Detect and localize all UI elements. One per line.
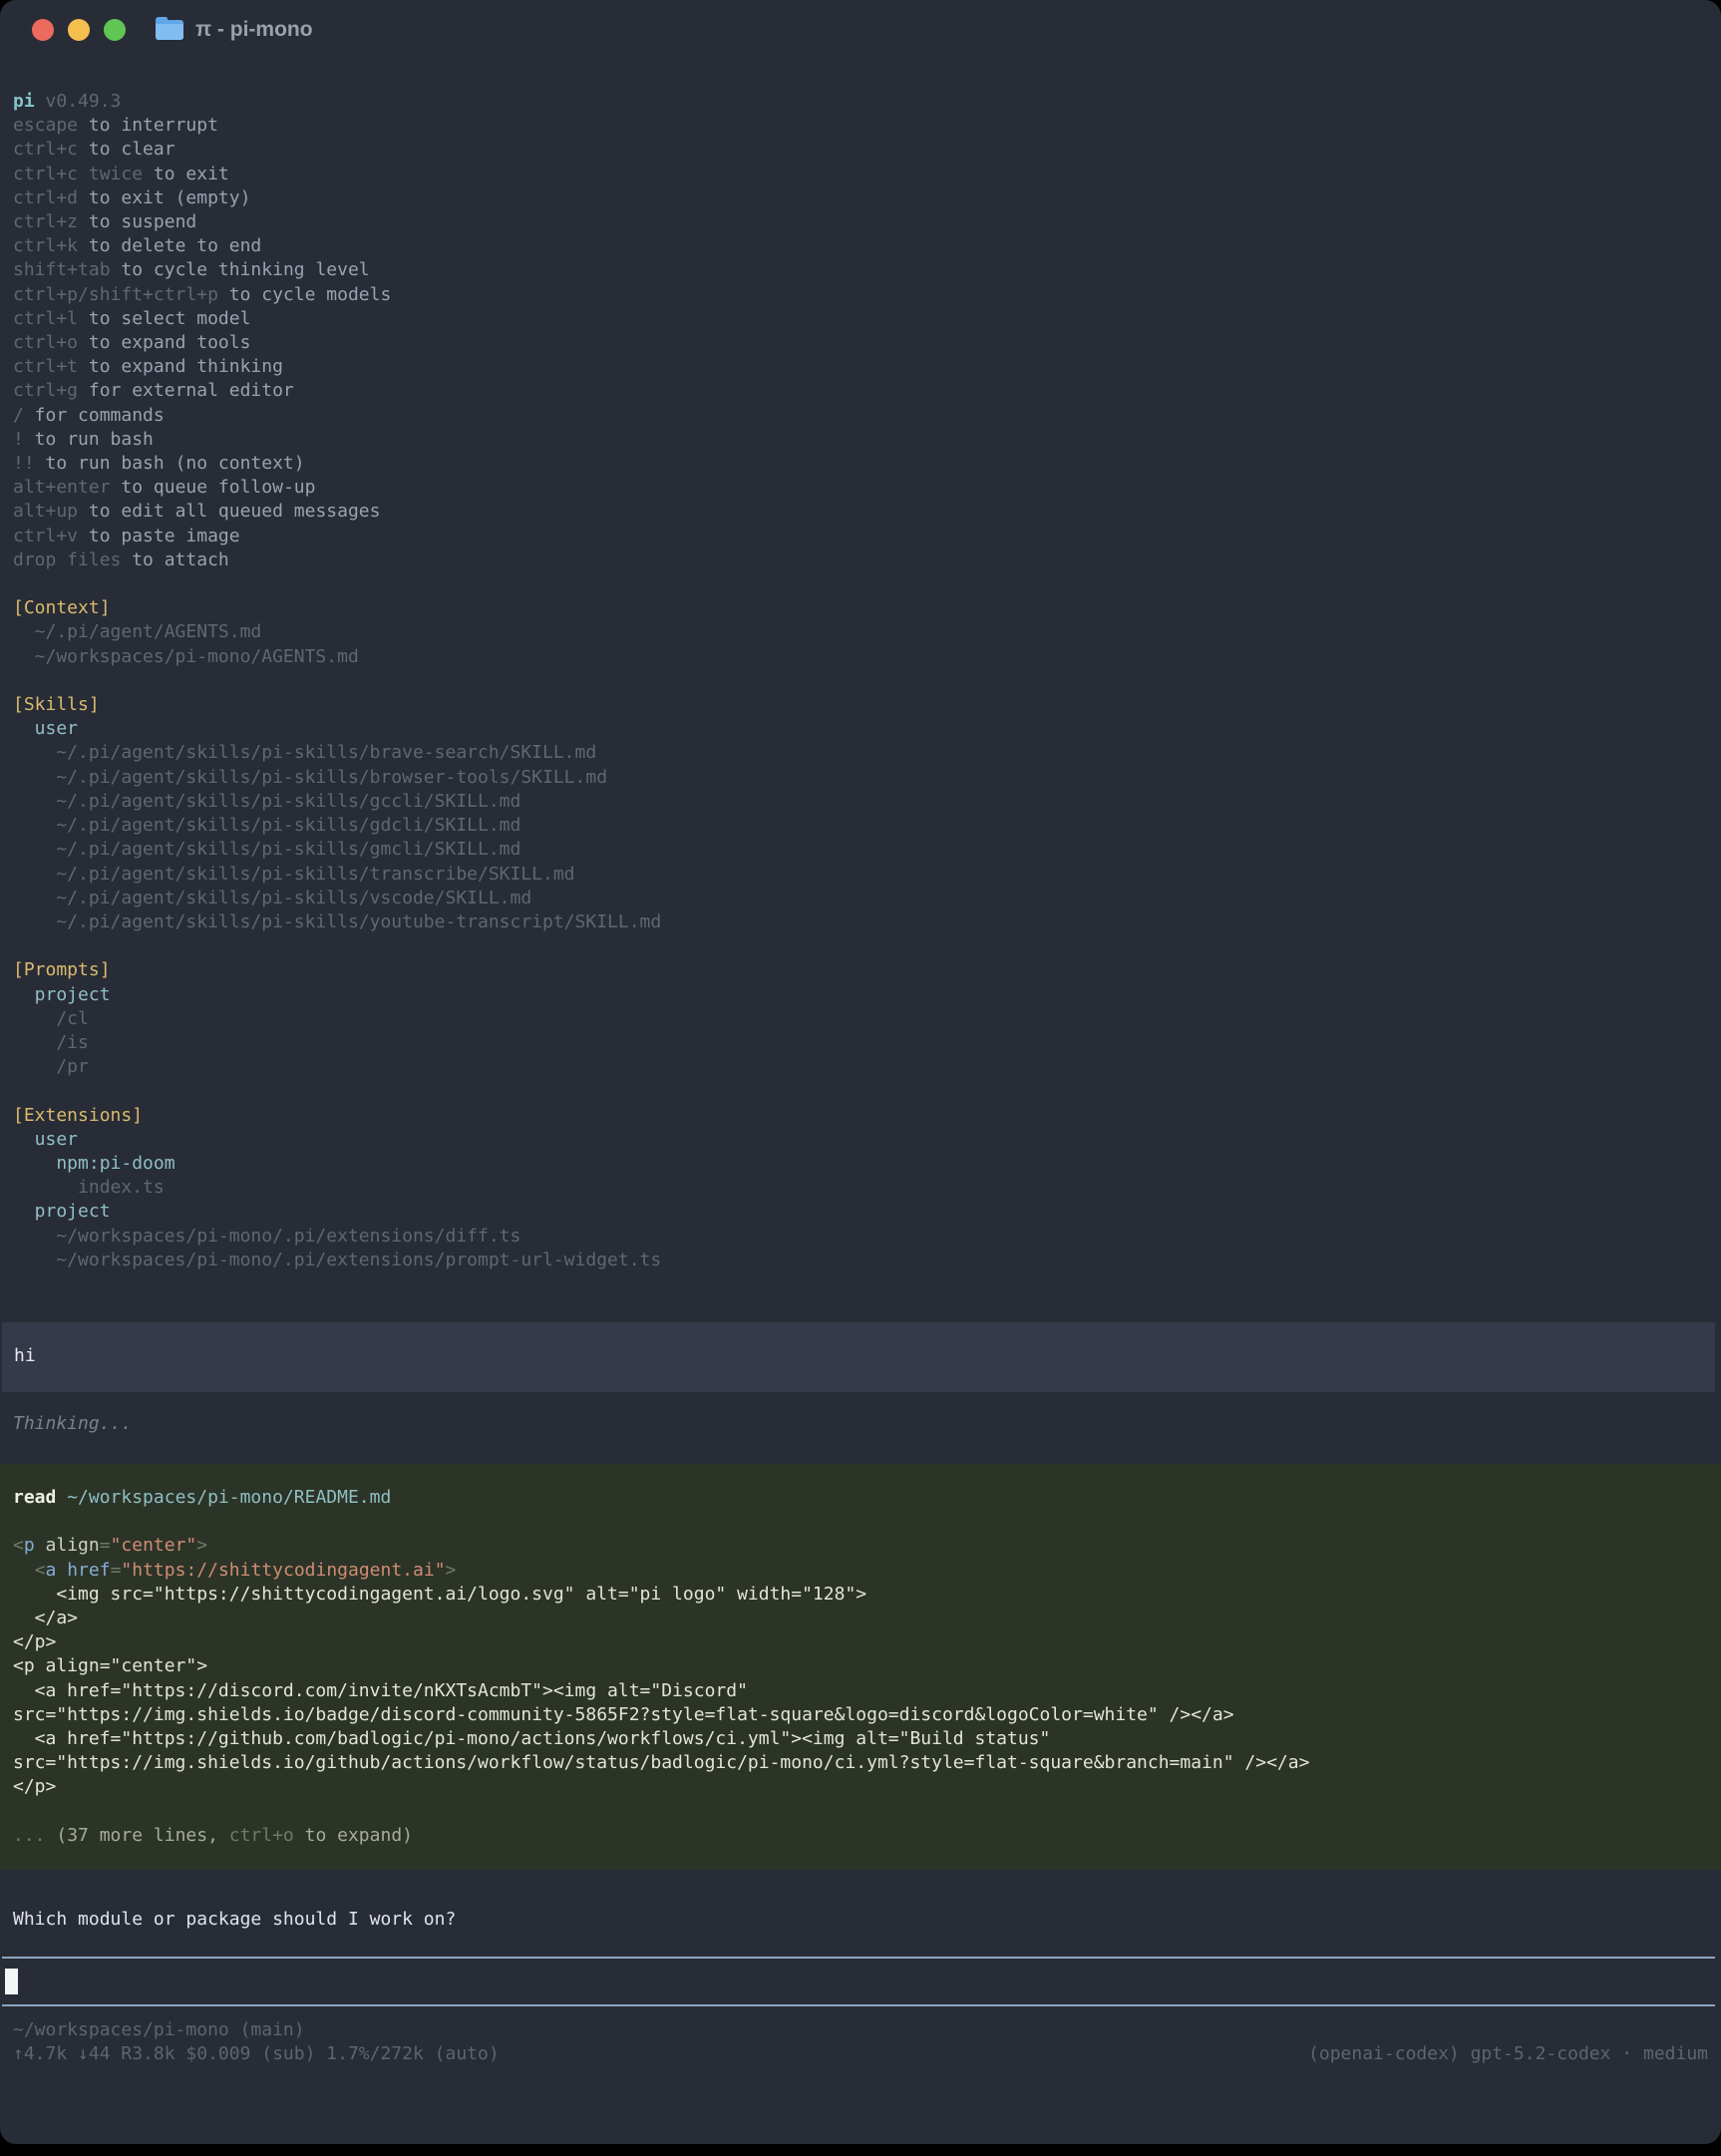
terminal-line: pi v0.49.3 xyxy=(13,90,1708,114)
terminal-line: ctrl+z to suspend xyxy=(13,210,1708,234)
terminal-line: ctrl+t to expand thinking xyxy=(13,355,1708,379)
terminal-line: ~/workspaces/pi-mono/.pi/extensions/diff… xyxy=(13,1225,1708,1249)
terminal-window: π - pi-mono pi v0.49.3escape to interrup… xyxy=(0,0,1721,2144)
terminal-line: ctrl+d to exit (empty) xyxy=(13,186,1708,210)
terminal-line: [Prompts] xyxy=(13,958,1708,982)
screen: π - pi-mono pi v0.49.3escape to interrup… xyxy=(0,0,1721,2156)
terminal-line xyxy=(13,934,1708,958)
terminal-line: ~/.pi/agent/AGENTS.md xyxy=(13,620,1708,644)
terminal-line: ctrl+o to expand tools xyxy=(13,331,1708,355)
status-cwd: ~/workspaces/pi-mono (main) xyxy=(13,2018,1708,2042)
terminal-line: ~/.pi/agent/skills/pi-skills/youtube-tra… xyxy=(13,910,1708,934)
terminal-line: ~/workspaces/pi-mono/AGENTS.md xyxy=(13,645,1708,669)
terminal-line xyxy=(13,572,1708,596)
terminal-line: alt+up to edit all queued messages xyxy=(13,500,1708,524)
terminal-line: project xyxy=(13,983,1708,1007)
terminal-line: shift+tab to cycle thinking level xyxy=(13,258,1708,282)
status-bar: ~/workspaces/pi-mono (main) ↑4.7k ↓44 R3… xyxy=(0,2018,1721,2066)
user-message: hi xyxy=(2,1322,1715,1392)
terminal-line: <a href="https://discord.com/invite/nKXT… xyxy=(13,1679,1708,1703)
terminal-line: [Extensions] xyxy=(13,1104,1708,1128)
status-usage-stats: ↑4.7k ↓44 R3.8k $0.009 (sub) 1.7%/272k (… xyxy=(13,2042,500,2066)
terminal-line: ctrl+k to delete to end xyxy=(13,234,1708,258)
terminal-line: </a> xyxy=(13,1607,1708,1630)
terminal-line: ctrl+v to paste image xyxy=(13,525,1708,548)
terminal-line: ctrl+g for external editor xyxy=(13,379,1708,403)
terminal-line: src="https://img.shields.io/github/actio… xyxy=(13,1751,1708,1775)
terminal-line xyxy=(13,1079,1708,1103)
terminal-line: /cl xyxy=(13,1007,1708,1031)
terminal-line: read ~/workspaces/pi-mono/README.md xyxy=(13,1486,1708,1510)
terminal-line: ... (37 more lines, ctrl+o to expand) xyxy=(13,1824,1708,1848)
terminal-line: ~/.pi/agent/skills/pi-skills/transcribe/… xyxy=(13,863,1708,887)
terminal-content: pi v0.49.3escape to interruptctrl+c to c… xyxy=(0,60,1721,2066)
text-cursor xyxy=(5,1969,18,1994)
terminal-line: <a href="https://shittycodingagent.ai"> xyxy=(13,1559,1708,1583)
terminal-line: ctrl+c twice to exit xyxy=(13,163,1708,186)
close-button[interactable] xyxy=(32,19,54,41)
terminal-line: /is xyxy=(13,1031,1708,1055)
thinking-indicator: Thinking... xyxy=(0,1412,1721,1436)
terminal-line: user xyxy=(13,717,1708,741)
terminal-line: ! to run bash xyxy=(13,428,1708,452)
terminal-line: !! to run bash (no context) xyxy=(13,452,1708,476)
terminal-line: ~/.pi/agent/skills/pi-skills/vscode/SKIL… xyxy=(13,887,1708,910)
terminal-line xyxy=(13,1800,1708,1824)
minimize-button[interactable] xyxy=(68,19,90,41)
terminal-line: ~/.pi/agent/skills/pi-skills/gdcli/SKILL… xyxy=(13,814,1708,838)
terminal-line: <p align="center"> xyxy=(13,1654,1708,1678)
terminal-line: drop files to attach xyxy=(13,548,1708,572)
terminal-line: user xyxy=(13,1128,1708,1152)
terminal-line xyxy=(13,1510,1708,1534)
terminal-line: src="https://img.shields.io/badge/discor… xyxy=(13,1703,1708,1727)
terminal-line: project xyxy=(13,1200,1708,1224)
terminal-line: <p align="center"> xyxy=(13,1534,1708,1558)
terminal-line: ctrl+c to clear xyxy=(13,138,1708,162)
terminal-line: </p> xyxy=(13,1630,1708,1654)
terminal-line: ~/.pi/agent/skills/pi-skills/browser-too… xyxy=(13,766,1708,790)
terminal-line: ~/.pi/agent/skills/pi-skills/gmcli/SKILL… xyxy=(13,838,1708,862)
window-title: π - pi-mono xyxy=(195,18,313,42)
terminal-line: alt+enter to queue follow-up xyxy=(13,476,1708,500)
terminal-line: index.ts xyxy=(13,1176,1708,1200)
terminal-line: <a href="https://github.com/badlogic/pi-… xyxy=(13,1727,1708,1751)
terminal-line: <img src="https://shittycodingagent.ai/l… xyxy=(13,1583,1708,1607)
terminal-line: ctrl+p/shift+ctrl+p to cycle models xyxy=(13,283,1708,307)
terminal-line xyxy=(13,669,1708,693)
status-model-info: (openai-codex) gpt-5.2-codex · medium xyxy=(1308,2042,1708,2066)
prompt-input[interactable] xyxy=(2,1957,1715,2006)
terminal-line: ~/.pi/agent/skills/pi-skills/gccli/SKILL… xyxy=(13,790,1708,814)
zoom-button[interactable] xyxy=(104,19,126,41)
terminal-line: /pr xyxy=(13,1055,1708,1079)
terminal-line: ~/workspaces/pi-mono/.pi/extensions/prom… xyxy=(13,1249,1708,1272)
assistant-message: Which module or package should I work on… xyxy=(0,1908,1721,1932)
terminal-line: ~/.pi/agent/skills/pi-skills/brave-searc… xyxy=(13,741,1708,765)
terminal-line: ctrl+l to select model xyxy=(13,307,1708,331)
title-bar: π - pi-mono xyxy=(0,0,1721,60)
terminal-line: [Context] xyxy=(13,596,1708,620)
terminal-line: </p> xyxy=(13,1775,1708,1799)
terminal-line: escape to interrupt xyxy=(13,114,1708,138)
folder-icon xyxy=(156,20,183,40)
tool-output-block: read ~/workspaces/pi-mono/README.md <p a… xyxy=(0,1464,1721,1870)
session-info-lines: pi v0.49.3escape to interruptctrl+c to c… xyxy=(0,90,1721,1272)
terminal-line: [Skills] xyxy=(13,693,1708,717)
terminal-line: npm:pi-doom xyxy=(13,1152,1708,1176)
terminal-line: / for commands xyxy=(13,404,1708,428)
